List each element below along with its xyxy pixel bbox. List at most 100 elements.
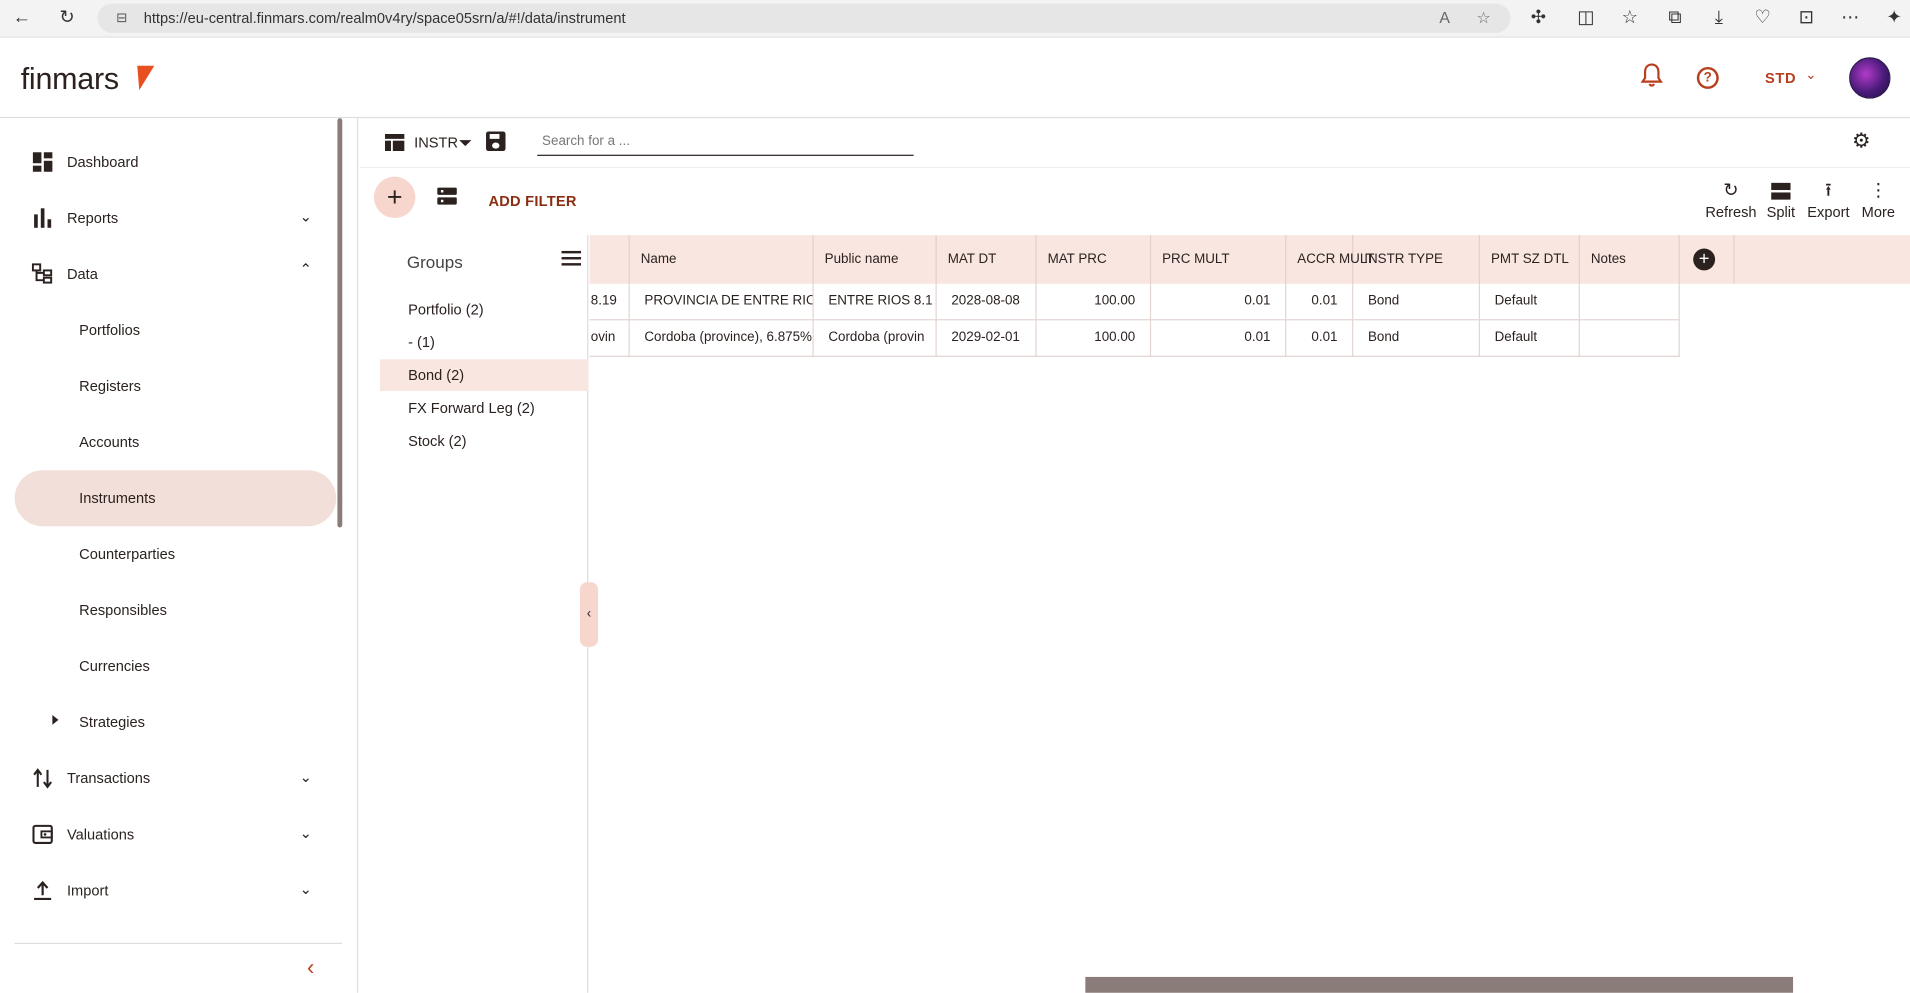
table-cell: 0.01 [1151, 283, 1287, 321]
column-header-public-name[interactable]: Public name [814, 235, 937, 284]
group-item-stock[interactable]: Stock (2) [380, 425, 588, 457]
split-icon [1763, 180, 1800, 202]
table-cell [1580, 283, 1680, 321]
column-header-instr-type[interactable]: INSTR TYPE [1353, 235, 1481, 284]
layout-selector[interactable]: INSTR [414, 134, 458, 151]
table-row[interactable]: ovin Cordoba (province), 6.875% Cordoba … [589, 320, 1680, 357]
table-cell: Bond [1353, 320, 1481, 357]
expand-triangle-icon[interactable] [52, 715, 59, 725]
add-column-icon[interactable]: + [1693, 248, 1716, 271]
transfer-arrows-icon [33, 768, 52, 789]
more-button[interactable]: ⋮ More [1860, 180, 1897, 220]
sidebar-item-instruments[interactable]: Instruments [14, 470, 337, 527]
downloads-icon[interactable]: ⤓ [1707, 6, 1731, 30]
refresh-button[interactable]: ↻ Refresh [1704, 180, 1758, 220]
browser-menu-icon[interactable]: ⋯ [1838, 6, 1862, 30]
group-item-portfolio[interactable]: Portfolio (2) [380, 294, 588, 326]
column-header[interactable] [590, 235, 630, 284]
menu-icon[interactable] [561, 250, 582, 266]
collapse-sidebar-icon[interactable]: ‹ [300, 956, 322, 978]
group-label: Bond (2) [408, 366, 465, 384]
layout-icon[interactable] [384, 133, 405, 152]
split-button[interactable]: Split [1763, 180, 1800, 220]
more-vert-icon: ⋮ [1869, 180, 1888, 201]
sidebar-item-dashboard[interactable]: Dashboard [15, 134, 337, 190]
address-bar[interactable]: ⊟ https://eu-central.finmars.com/realm0v… [97, 3, 1511, 33]
column-header-name[interactable]: Name [630, 235, 814, 284]
column-header-pmt-sz-dtl[interactable]: PMT SZ DTL [1480, 235, 1580, 284]
performance-icon[interactable]: ♡ [1750, 6, 1774, 30]
sidebar-item-registers[interactable]: Registers [15, 358, 337, 414]
sidebar-item-label: Accounts [79, 433, 140, 451]
sidebar-item-label: Valuations [66, 825, 135, 843]
table-cell: 0.01 [1286, 283, 1354, 321]
favorites-icon[interactable]: ☆ [1618, 6, 1642, 30]
add-filter-button[interactable]: ADD FILTER [488, 192, 576, 209]
column-header-accr-mult[interactable]: ACCR MULT [1286, 235, 1374, 284]
sidebar-item-accounts[interactable]: Accounts [15, 414, 337, 470]
group-item-fx-forward-leg[interactable]: FX Forward Leg (2) [380, 392, 588, 424]
favorite-star-icon[interactable]: ☆ [1471, 6, 1495, 30]
copilot-icon[interactable]: ✦ [1882, 6, 1906, 30]
sidebar-scrollbar[interactable] [337, 118, 343, 528]
column-header-mat-dt[interactable]: MAT DT [937, 235, 1037, 284]
column-header-mat-prc[interactable]: MAT PRC [1037, 235, 1152, 284]
split-screen-icon[interactable]: ◫ [1574, 6, 1598, 30]
back-icon[interactable]: ← [10, 6, 34, 30]
horizontal-scrollbar[interactable] [1085, 976, 1794, 993]
gear-icon[interactable]: ⚙ [1850, 130, 1872, 152]
sidebar-item-counterparties[interactable]: Counterparties [15, 526, 337, 582]
column-header-prc-mult[interactable]: PRC MULT [1151, 235, 1287, 284]
finmars-logo[interactable]: finmars [21, 62, 119, 97]
refresh-icon: ↻ [1723, 180, 1739, 201]
table-row[interactable]: 8.19 PROVINCIA DE ENTRE RIOS ENTRE RIOS … [589, 283, 1680, 321]
sidebar-item-strategies[interactable]: Strategies [15, 694, 337, 750]
bell-icon[interactable] [1637, 63, 1666, 92]
add-button[interactable]: + [373, 176, 416, 219]
sidebar-item-label: Instruments [79, 489, 156, 507]
chevron-down-icon[interactable]: ⌄ [1805, 67, 1816, 83]
sidebar-item-data[interactable]: Data ⌃ [15, 246, 337, 302]
caret-down-icon[interactable] [459, 140, 472, 147]
chevron-down-icon[interactable]: ⌄ [300, 208, 312, 225]
table-cell: Default [1480, 283, 1580, 321]
chevron-up-icon[interactable]: ⌃ [300, 261, 312, 278]
extensions-icon[interactable]: ✣ [1526, 6, 1550, 30]
sidebar-item-reports[interactable]: Reports ⌄ [15, 190, 337, 246]
table-cell [1580, 320, 1680, 357]
group-label: Stock (2) [408, 432, 467, 450]
layout-toolbar: INSTR ⚙ [359, 118, 1910, 169]
column-header-notes[interactable]: Notes [1580, 235, 1680, 284]
chevron-down-icon[interactable]: ⌄ [300, 881, 312, 898]
sidebar-item-responsibles[interactable]: Responsibles [15, 582, 337, 638]
table-cell: Cordoba (provin [814, 320, 937, 357]
sidebar-item-currencies[interactable]: Currencies [15, 638, 337, 694]
export-button[interactable]: ⭱ Export [1804, 180, 1853, 220]
url-text[interactable]: https://eu-central.finmars.com/realm0v4r… [144, 4, 626, 33]
chevron-down-icon[interactable]: ⌄ [300, 769, 312, 786]
help-icon[interactable]: ? [1693, 63, 1722, 92]
sidebar-item-import[interactable]: Import ⌄ [15, 862, 337, 918]
screenshot-icon[interactable]: ⊡ [1794, 6, 1818, 30]
sidebar-item-label: Registers [79, 377, 141, 395]
save-icon[interactable] [486, 131, 506, 152]
avatar[interactable] [1849, 57, 1891, 99]
logo-mark-icon [130, 65, 155, 91]
collections-icon[interactable]: ⧉ [1663, 6, 1687, 30]
search-input[interactable] [537, 126, 914, 156]
group-item-none[interactable]: - (1) [380, 326, 588, 358]
sidebar-item-valuations[interactable]: Valuations ⌄ [15, 806, 337, 862]
reload-icon[interactable]: ↻ [55, 6, 79, 30]
group-item-bond[interactable]: Bond (2) [380, 359, 589, 392]
sidebar-item-transactions[interactable]: Transactions ⌄ [15, 750, 337, 806]
table-cell: Default [1480, 320, 1580, 357]
mode-selector[interactable]: STD [1765, 69, 1796, 86]
site-info-icon[interactable]: ⊟ [112, 7, 131, 29]
chevron-down-icon[interactable]: ⌄ [300, 825, 312, 842]
storage-icon[interactable] [437, 187, 457, 207]
sidebar-item-label: Responsibles [79, 601, 167, 619]
read-aloud-icon[interactable]: A [1432, 6, 1456, 30]
sidebar-item-label: Strategies [79, 713, 145, 731]
export-icon: ⭱ [1825, 180, 1832, 201]
sidebar-item-portfolios[interactable]: Portfolios [15, 302, 337, 358]
